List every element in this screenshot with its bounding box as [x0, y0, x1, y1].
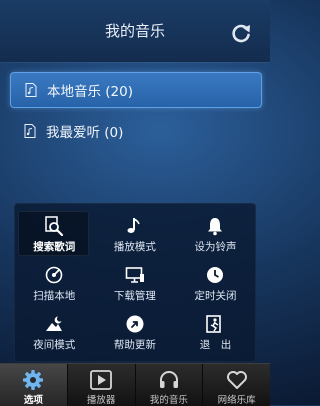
- tab-online-library[interactable]: 网络乐库: [202, 364, 270, 406]
- search-lyrics-icon: [45, 216, 64, 236]
- menu-item-label: 播放模式: [113, 241, 156, 253]
- refresh-button[interactable]: [227, 20, 255, 46]
- heart-icon: [226, 371, 247, 389]
- tab-label: 选项: [23, 395, 43, 406]
- menu-item-sleep-timer[interactable]: 定时关闭: [175, 258, 256, 307]
- menu-item-help-update[interactable]: 帮助更新: [95, 307, 176, 356]
- menu-item-label: 退 出: [199, 339, 232, 351]
- tab-label: 我的音乐: [149, 395, 188, 406]
- tab-options[interactable]: 选项: [0, 364, 67, 406]
- exit-icon: [206, 315, 222, 333]
- list-item-local-music[interactable]: 本地音乐 (20): [10, 72, 262, 108]
- menu-item-label: 扫描本地: [33, 290, 76, 302]
- player-icon: [90, 370, 113, 390]
- menu-item-search-lyrics[interactable]: 搜索歌词: [14, 209, 95, 258]
- tab-my-music[interactable]: 我的音乐: [134, 364, 203, 406]
- timer-icon: [207, 267, 224, 283]
- headphones-icon: [159, 371, 178, 388]
- document-icon: [24, 124, 36, 138]
- refresh-icon: [232, 24, 250, 43]
- tab-label: 网络乐库: [217, 395, 256, 406]
- list-item-label: 我最爱听 (0): [46, 125, 124, 141]
- list-item-label: 本地音乐 (20): [47, 84, 134, 100]
- menu-item-label: 定时关闭: [194, 290, 237, 302]
- tab-player[interactable]: 播放器: [66, 364, 135, 406]
- menu-item-download-manager[interactable]: 下载管理: [95, 258, 176, 307]
- menu-item-night-mode[interactable]: 夜间模式: [14, 307, 95, 356]
- menu-item-play-mode[interactable]: 播放模式: [95, 209, 176, 258]
- menu-item-label: 下载管理: [113, 290, 156, 302]
- tab-label: 播放器: [86, 395, 116, 406]
- app-header: 我的音乐: [0, 0, 270, 62]
- menu-item-scan-local[interactable]: 扫描本地: [14, 258, 95, 307]
- bell-icon: [208, 218, 223, 236]
- menu-item-label: 夜间模式: [33, 339, 76, 351]
- gear-icon: [23, 370, 44, 390]
- menu-item-set-ringtone[interactable]: 设为铃声: [175, 209, 256, 258]
- menu-item-label: 搜索歌词: [33, 241, 76, 253]
- menu-item-exit[interactable]: 退 出: [175, 307, 256, 356]
- menu-item-label: 帮助更新: [113, 339, 156, 351]
- scan-icon: [45, 266, 63, 284]
- options-menu-panel: 搜索歌词 播放模式 设为铃声 扫描本地 下载管理 定时关闭 夜间模式 帮助更新 …: [14, 203, 256, 362]
- menu-item-label: 设为铃声: [194, 241, 237, 253]
- bottom-tab-bar: 选项 播放器 我的音乐 网络乐库: [0, 363, 270, 406]
- night-mode-icon: [46, 316, 63, 331]
- document-icon: [25, 83, 37, 97]
- download-manager-icon: [125, 267, 144, 283]
- play-mode-icon: [127, 218, 140, 233]
- list-item-favorites[interactable]: 我最爱听 (0): [10, 114, 260, 148]
- help-update-icon: [126, 315, 144, 333]
